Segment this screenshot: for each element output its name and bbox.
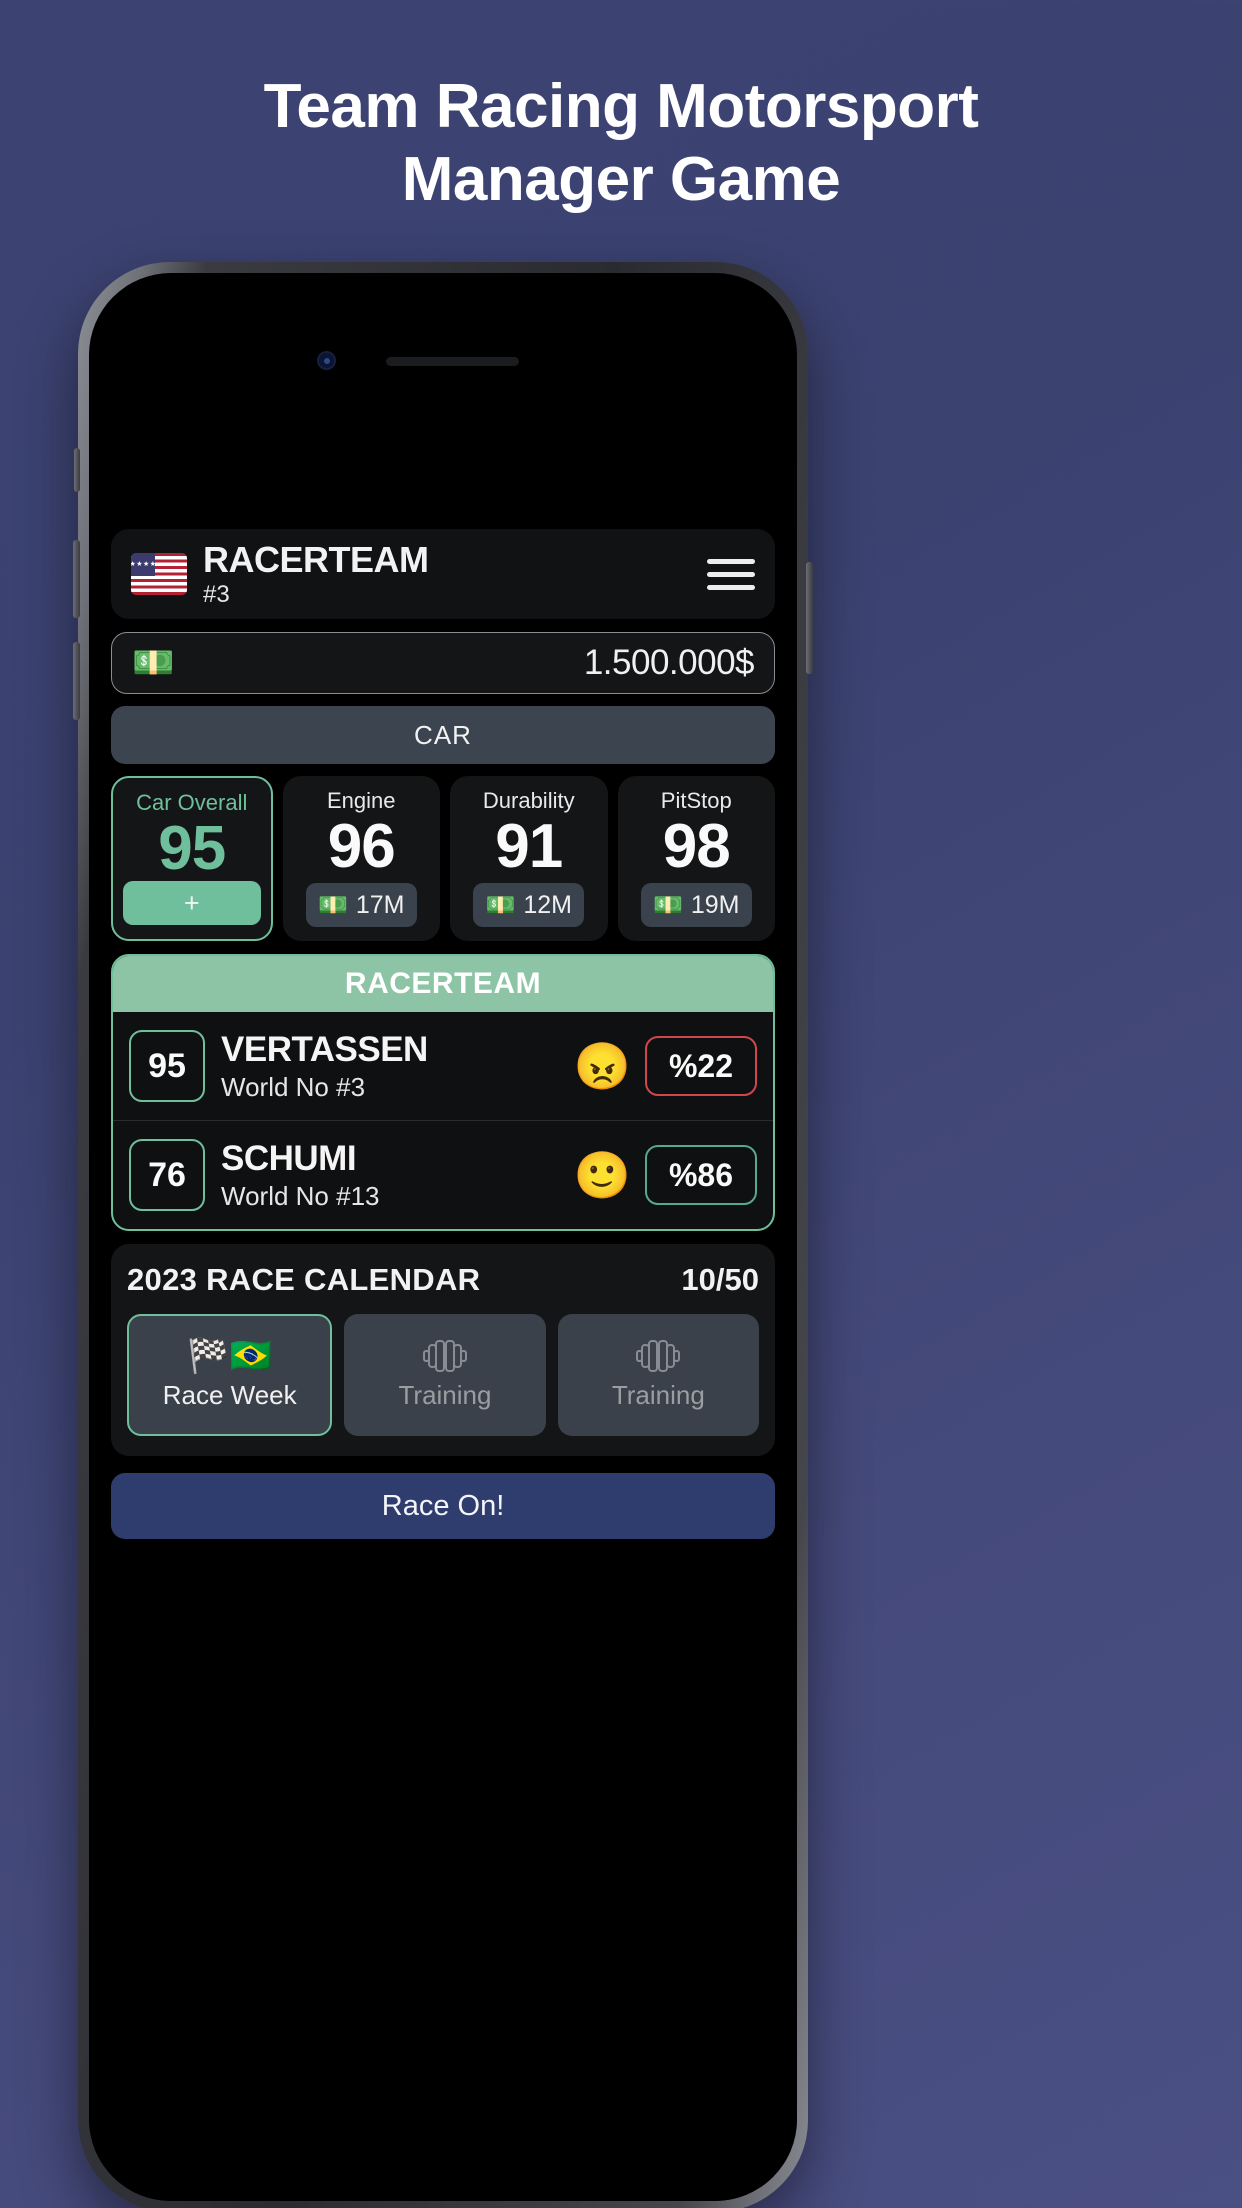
angry-face-icon: 😠: [573, 1040, 631, 1093]
hamburger-menu-icon[interactable]: [707, 558, 755, 590]
race-on-button[interactable]: Race On!: [111, 1473, 775, 1540]
calendar-card-race-week[interactable]: 🏁🇧🇷 Race Week: [127, 1314, 333, 1437]
phone-mute-switch: [74, 448, 80, 492]
money-banknote-icon: 💵: [652, 891, 683, 919]
driver-name: VERTASSEN: [221, 1030, 428, 1070]
stat-card-car-overall[interactable]: Car Overall 95 +: [111, 776, 273, 942]
driver-status: 🙂 %86: [573, 1145, 757, 1206]
driver-status: 😠 %22: [573, 1036, 757, 1097]
stat-card-pitstop[interactable]: PitStop 98 💵 19M: [617, 776, 775, 942]
phone-volume-up-button: [73, 540, 80, 618]
team-rank: #3: [203, 580, 230, 608]
stat-label: PitStop: [660, 788, 732, 813]
calendar-card-label: Race Week: [162, 1380, 297, 1411]
phone-power-button: [806, 562, 813, 674]
app-screen: ★★★★★★ RACERTEAM #3 💵 1.500.000$: [89, 437, 797, 2201]
tab-car-label: CAR: [414, 719, 472, 750]
team-header[interactable]: ★★★★★★ RACERTEAM #3: [111, 529, 775, 619]
car-stats-grid: Car Overall 95 + Engine 96 💵 17M Durabil…: [111, 776, 775, 942]
team-name: RACERTEAM: [203, 538, 429, 580]
checkered-flag-and-brazil-flag-icon: 🏁🇧🇷: [187, 1337, 272, 1376]
stat-cost-button[interactable]: 💵 19M: [640, 883, 752, 928]
stat-label: Engine: [326, 788, 396, 813]
driver-world-rank: World No #13: [221, 1180, 380, 1211]
calendar-card-label: Training: [398, 1380, 492, 1411]
stat-card-durability[interactable]: Durability 91 💵 12M: [450, 776, 608, 942]
drivers-banner: RACERTEAM: [113, 956, 773, 1013]
phone-screen-bezel: ★★★★★★ RACERTEAM #3 💵 1.500.000$: [89, 273, 797, 2201]
calendar-header: 2023 RACE CALENDAR 10/50: [127, 1262, 759, 1298]
calendar-card-training-1[interactable]: Training: [344, 1314, 546, 1437]
stat-label: Durability: [482, 788, 575, 813]
us-flag-icon: ★★★★★★: [131, 553, 187, 595]
driver-row[interactable]: 76 SCHUMI World No #13 🙂 %86: [113, 1120, 773, 1229]
stat-cost-button[interactable]: 💵 12M: [473, 883, 585, 928]
stat-value: 91: [495, 812, 563, 881]
driver-name: SCHUMI: [221, 1139, 357, 1179]
calendar-progress-count: 10/50: [681, 1262, 759, 1298]
plus-icon: +: [183, 887, 200, 918]
team-identity: RACERTEAM #3: [203, 538, 429, 608]
marketing-headline: Team Racing Motorsport Manager Game: [0, 70, 1242, 216]
drivers-panel: RACERTEAM 95 VERTASSEN World No #3 😠 %22: [111, 954, 775, 1232]
stat-cost-button[interactable]: 💵 17M: [305, 883, 417, 928]
headline-line-2: Manager Game: [401, 145, 841, 215]
driver-info: SCHUMI World No #13: [221, 1139, 380, 1210]
headline-line-1: Team Racing Motorsport: [263, 72, 979, 141]
tab-car[interactable]: CAR: [111, 706, 775, 764]
dumbbell-icon: [422, 1339, 468, 1373]
phone-mockup: ★★★★★★ RACERTEAM #3 💵 1.500.000$: [73, 262, 813, 2208]
calendar-title: 2023 RACE CALENDAR: [127, 1262, 481, 1298]
stat-cost-value: 12M: [523, 890, 573, 919]
stat-value: 95: [158, 814, 226, 883]
calendar-card-label: Training: [611, 1380, 705, 1411]
stat-card-engine[interactable]: Engine 96 💵 17M: [282, 776, 440, 942]
driver-world-rank: World No #3: [221, 1071, 366, 1102]
driver-morale-badge: %22: [645, 1036, 757, 1097]
phone-volume-down-button: [73, 642, 80, 720]
front-camera-icon: [317, 351, 336, 370]
smiling-face-icon: 🙂: [573, 1149, 631, 1202]
driver-info: VERTASSEN World No #3: [221, 1030, 428, 1101]
money-bar: 💵 1.500.000$: [111, 632, 775, 694]
stat-value: 98: [662, 812, 731, 881]
stat-label: Car Overall: [136, 790, 248, 815]
stat-cost-value: 17M: [355, 890, 405, 919]
calendar-card-training-2[interactable]: Training: [557, 1314, 759, 1437]
upgrade-plus-button[interactable]: +: [123, 881, 261, 926]
earpiece-speaker: [386, 357, 519, 366]
race-calendar-panel: 2023 RACE CALENDAR 10/50 🏁🇧🇷 Race Week T…: [111, 1244, 775, 1457]
driver-row[interactable]: 95 VERTASSEN World No #3 😠 %22: [113, 1012, 773, 1120]
stat-cost-value: 19M: [690, 890, 740, 919]
driver-rating: 76: [129, 1139, 205, 1212]
stat-value: 96: [327, 812, 396, 881]
dumbbell-icon: [635, 1339, 681, 1373]
race-on-label: Race On!: [381, 1489, 505, 1522]
money-value: 1.500.000$: [583, 643, 755, 682]
money-banknote-icon: 💵: [485, 891, 516, 919]
driver-morale-badge: %86: [645, 1145, 757, 1206]
calendar-cards: 🏁🇧🇷 Race Week Training Training: [127, 1314, 759, 1437]
money-banknote-icon: 💵: [317, 891, 348, 919]
money-banknote-icon: 💵: [132, 644, 175, 682]
driver-rating: 95: [129, 1030, 205, 1103]
